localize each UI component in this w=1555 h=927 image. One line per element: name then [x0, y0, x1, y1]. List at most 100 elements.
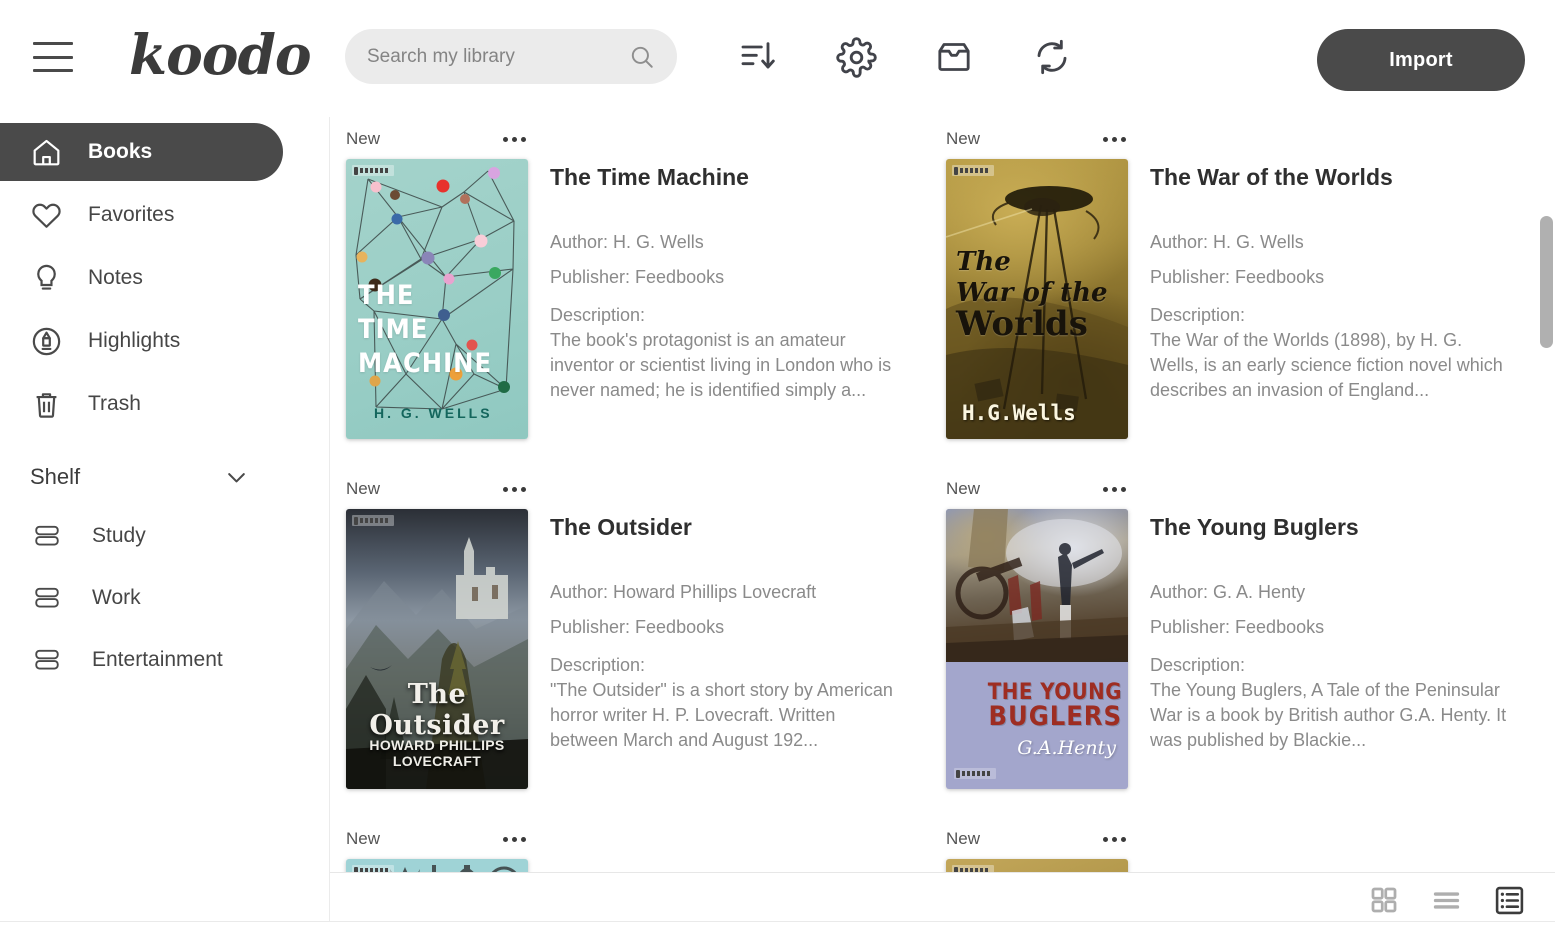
book-description-label: Description:: [1150, 303, 1508, 328]
book-publisher: Publisher: Feedbooks: [1150, 260, 1508, 295]
book-cover[interactable]: THE YOUNGBUGLERS G.A.Henty: [946, 509, 1128, 789]
book-card[interactable]: New: [330, 462, 930, 812]
book-cover[interactable]: The Outsider HOWARD PHILLIPS LOVECRAFT: [346, 509, 528, 789]
highlight-pen-icon: [30, 325, 70, 358]
search-icon[interactable]: [629, 44, 655, 70]
book-author: Author: Howard Phillips Lovecraft: [550, 575, 908, 610]
sidebar-item-label: Entertainment: [92, 648, 223, 672]
inbox-icon[interactable]: [931, 34, 977, 80]
book-title[interactable]: The War of the Worlds: [1150, 163, 1508, 191]
book-description: The War of the Worlds (1898), by H. G. W…: [1150, 328, 1508, 403]
book-description: The Young Buglers, A Tale of the Peninsu…: [1150, 678, 1508, 753]
shelf-label: Shelf: [30, 464, 80, 490]
book-card-header: New: [946, 476, 1128, 502]
sidebar-item-entertainment[interactable]: Entertainment: [0, 629, 329, 691]
lightbulb-icon: [30, 262, 70, 295]
status-badge: New: [946, 129, 980, 149]
status-badge: New: [346, 829, 380, 849]
status-badge: New: [346, 479, 380, 499]
book-card-body: THETIMEMACHINE H. G. WELLS The Time Mach…: [346, 159, 914, 439]
book-cover[interactable]: TheWar of theWorlds H.G.Wells: [946, 159, 1128, 439]
sidebar-item-notes[interactable]: Notes: [0, 249, 283, 307]
book-card-header: New: [946, 126, 1128, 152]
cover-title: THE YOUNGBUGLERS: [954, 681, 1122, 729]
horizontal-scrollbar-track[interactable]: [0, 921, 1555, 927]
detail-list-view-icon[interactable]: [1494, 885, 1525, 916]
book-more-options-icon[interactable]: [1101, 481, 1128, 498]
book-more-options-icon[interactable]: [501, 831, 528, 848]
books-stack-icon: [32, 583, 72, 613]
sidebar-item-label: Study: [92, 524, 146, 548]
cover-title: TheWar of theWorlds: [956, 247, 1121, 340]
sidebar-item-work[interactable]: Work: [0, 567, 329, 629]
list-view-icon[interactable]: [1431, 885, 1462, 916]
cover-author: HOWARD PHILLIPS LOVECRAFT: [353, 737, 521, 769]
hamburger-line: [33, 56, 73, 59]
status-badge: New: [946, 479, 980, 499]
vertical-scrollbar-thumb[interactable]: [1540, 216, 1553, 348]
cover-artwork: [946, 509, 1128, 662]
hamburger-line: [33, 69, 73, 72]
search-bar[interactable]: [345, 29, 677, 84]
sidebar-item-label: Work: [92, 586, 141, 610]
gear-icon[interactable]: [833, 34, 879, 80]
sidebar-item-label: Notes: [88, 266, 143, 290]
sync-icon[interactable]: [1029, 34, 1075, 80]
book-title[interactable]: The Outsider: [550, 513, 908, 541]
book-title[interactable]: The Time Machine: [550, 163, 908, 191]
book-more-options-icon[interactable]: [1101, 831, 1128, 848]
toolbar-icons: [735, 34, 1075, 80]
status-badge: New: [346, 129, 380, 149]
sidebar-item-label: Favorites: [88, 203, 174, 227]
sidebar-item-books[interactable]: Books: [0, 123, 283, 181]
book-card[interactable]: New: [930, 812, 1530, 874]
sidebar-item-highlights[interactable]: Highlights: [0, 312, 283, 370]
publisher-watermark: [352, 515, 394, 526]
publisher-watermark: [952, 165, 994, 176]
book-library-grid: New: [330, 104, 1538, 874]
heart-icon: [30, 199, 70, 232]
cover-title: The Outsider: [353, 679, 521, 741]
book-author: Author: H. G. Wells: [550, 225, 908, 260]
book-info: The Outsider Author: Howard Phillips Lov…: [528, 509, 908, 789]
book-card[interactable]: New: [930, 462, 1530, 812]
app-logo: koodo: [129, 22, 311, 88]
book-card[interactable]: New: [330, 112, 930, 462]
book-card-body: The Outsider HOWARD PHILLIPS LOVECRAFT T…: [346, 509, 914, 789]
sidebar-item-trash[interactable]: Trash: [0, 375, 283, 433]
book-more-options-icon[interactable]: [1101, 131, 1128, 148]
publisher-watermark: [954, 768, 996, 779]
book-publisher: Publisher: Feedbooks: [1150, 610, 1508, 645]
search-input[interactable]: [367, 29, 617, 84]
book-description: The book's protagonist is an amateur inv…: [550, 328, 908, 403]
book-description-label: Description:: [550, 303, 908, 328]
book-card[interactable]: New: [330, 812, 930, 874]
status-badge: New: [946, 829, 980, 849]
publisher-watermark: [352, 165, 394, 176]
sidebar-item-label: Trash: [88, 392, 141, 416]
hamburger-menu-icon[interactable]: [33, 38, 73, 76]
cover-author: G.A.Henty: [1017, 737, 1116, 759]
book-info: The Time Machine Author: H. G. Wells Pub…: [528, 159, 908, 439]
hamburger-line: [33, 42, 73, 45]
sidebar-item-study[interactable]: Study: [0, 505, 329, 567]
grid-view-icon[interactable]: [1369, 885, 1399, 915]
book-publisher: Publisher: Feedbooks: [550, 260, 908, 295]
book-description-label: Description:: [1150, 653, 1508, 678]
book-title[interactable]: The Young Buglers: [1150, 513, 1508, 541]
sort-icon[interactable]: [735, 34, 781, 80]
vertical-scrollbar-track[interactable]: [1538, 104, 1555, 874]
books-stack-icon: [32, 521, 72, 551]
book-more-options-icon[interactable]: [501, 481, 528, 498]
cover-author: H. G. WELLS: [374, 405, 493, 421]
book-info: The War of the Worlds Author: H. G. Well…: [1128, 159, 1508, 439]
shelf-section-header[interactable]: Shelf: [0, 449, 270, 505]
book-more-options-icon[interactable]: [501, 131, 528, 148]
book-card[interactable]: New: [930, 112, 1530, 462]
chevron-down-icon[interactable]: [223, 464, 250, 491]
import-button[interactable]: Import: [1317, 29, 1525, 91]
sidebar: Books Favorites Notes Highlights: [0, 117, 330, 927]
sidebar-item-favorites[interactable]: Favorites: [0, 186, 283, 244]
book-cover[interactable]: THETIMEMACHINE H. G. WELLS: [346, 159, 528, 439]
book-info: The Young Buglers Author: G. A. Henty Pu…: [1128, 509, 1508, 789]
